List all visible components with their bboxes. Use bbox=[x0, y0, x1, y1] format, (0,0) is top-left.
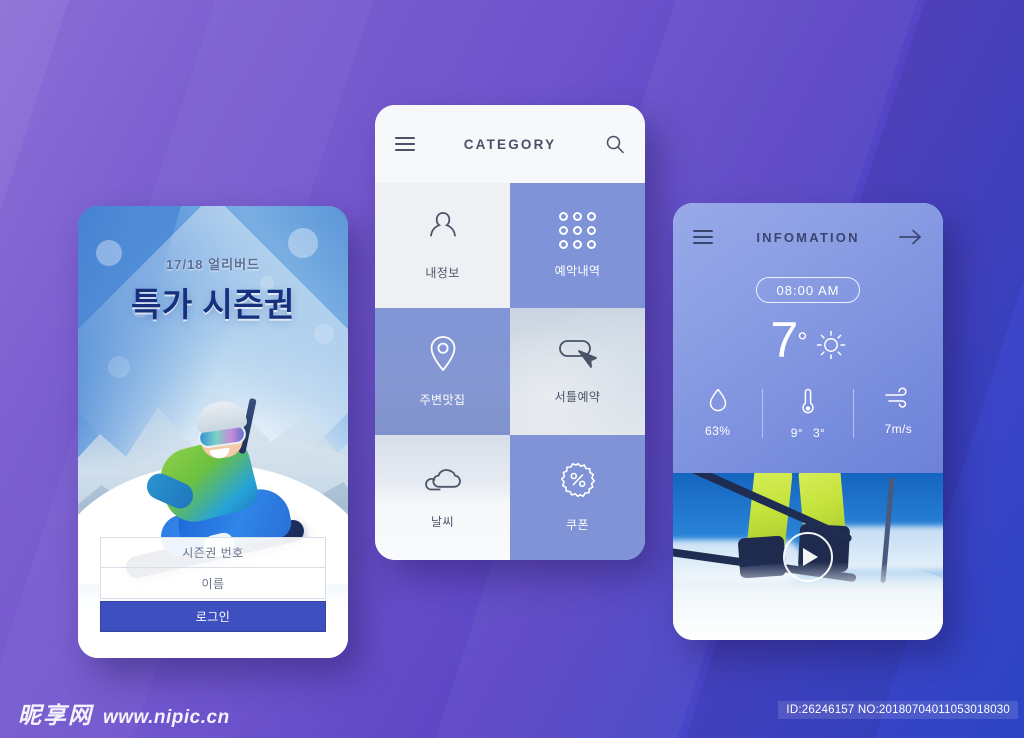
snowboarder-illustration bbox=[123, 372, 342, 581]
information-header: INFOMATION bbox=[673, 203, 943, 271]
humidity-value: 63% bbox=[705, 424, 731, 438]
percent-badge-icon bbox=[560, 462, 596, 503]
temp-low: 3° bbox=[812, 426, 826, 440]
image-id-tag: ID:26246157 NO:20180704011053018030 bbox=[778, 701, 1018, 719]
stat-temperature-range: 9° 3° bbox=[763, 387, 852, 440]
login-form: 시즌권 번호 이름 로그인 bbox=[100, 537, 326, 632]
grid-dots-icon bbox=[559, 212, 596, 249]
droplet-icon bbox=[673, 387, 762, 418]
thermometer-icon bbox=[763, 387, 852, 420]
time-badge: 08:00 AM bbox=[756, 277, 860, 303]
category-header: CATEGORY bbox=[375, 105, 645, 183]
map-pin-icon bbox=[428, 335, 458, 378]
information-phone: INFOMATION 08:00 AM 7° 63% 9° 3° 7m/s bbox=[673, 203, 943, 640]
stat-wind: 7m/s bbox=[854, 387, 943, 440]
tile-nearby-restaurants[interactable]: 주변맛집 bbox=[375, 308, 510, 435]
tile-label: 내정보 bbox=[425, 266, 460, 280]
tile-coupon[interactable]: 쿠폰 bbox=[510, 435, 645, 560]
play-icon[interactable] bbox=[783, 531, 833, 582]
tile-shuttle-booking[interactable]: 서틀예약 bbox=[510, 308, 645, 435]
bokeh-circle bbox=[314, 324, 334, 344]
temperature-value: 7° bbox=[770, 315, 807, 365]
tile-label: 예악내역 bbox=[554, 264, 601, 278]
promo-text-block: 17/18 얼리버드 특가 시즌권 bbox=[78, 254, 348, 326]
screenshot-stage: 17/18 얼리버드 특가 시즌권 시즌권 번호 이름 로그인 CATEGORY bbox=[0, 0, 1024, 738]
tile-weather[interactable]: 날씨 bbox=[375, 435, 510, 560]
cursor-click-icon bbox=[558, 338, 598, 375]
promo-title: 특가 시즌권 bbox=[131, 286, 295, 323]
tile-my-info[interactable]: 내정보 bbox=[375, 183, 510, 308]
watermark-url: www.nipic.cn bbox=[103, 707, 230, 728]
watermark: 昵享网 www.nipic.cn bbox=[18, 696, 230, 730]
login-button[interactable]: 로그인 bbox=[100, 601, 326, 632]
person-icon bbox=[426, 210, 460, 251]
temperature-row: 7° bbox=[673, 315, 943, 365]
category-grid: 내정보 예악내역 주변맛집 서틀예약 날씨 쿠폰 bbox=[375, 183, 645, 560]
weather-panel: INFOMATION 08:00 AM 7° 63% 9° 3° 7m/s bbox=[673, 203, 943, 473]
tile-label: 서틀예약 bbox=[554, 390, 601, 404]
tile-booking-history[interactable]: 예악내역 bbox=[510, 183, 645, 308]
temperature-range-value: 9° 3° bbox=[763, 426, 852, 440]
arrow-right-icon[interactable] bbox=[899, 228, 923, 246]
weather-stats: 63% 9° 3° 7m/s bbox=[673, 387, 943, 440]
name-input[interactable]: 이름 bbox=[100, 568, 326, 599]
degree-symbol: ° bbox=[797, 326, 808, 357]
video-thumbnail[interactable] bbox=[673, 473, 943, 640]
stat-humidity: 63% bbox=[673, 387, 762, 440]
tile-label: 날씨 bbox=[431, 515, 454, 529]
search-icon[interactable] bbox=[605, 134, 625, 154]
temp-high: 9° bbox=[790, 426, 803, 440]
hamburger-icon[interactable] bbox=[693, 230, 713, 244]
wind-icon bbox=[854, 387, 943, 416]
sun-icon bbox=[816, 330, 846, 365]
hamburger-icon[interactable] bbox=[395, 137, 415, 151]
promo-subtitle: 17/18 얼리버드 bbox=[166, 257, 260, 272]
temperature-number: 7 bbox=[770, 312, 798, 368]
tile-label: 주변맛집 bbox=[419, 393, 466, 407]
cloud-icon bbox=[422, 465, 464, 500]
category-phone: CATEGORY 내정보 예악내역 주변맛집 서틀예약 날씨 쿠폰 bbox=[375, 105, 645, 560]
wind-value: 7m/s bbox=[884, 422, 913, 436]
watermark-logo: 昵享网 bbox=[18, 703, 93, 729]
tile-label: 쿠폰 bbox=[566, 518, 589, 532]
season-pass-number-input[interactable]: 시즌권 번호 bbox=[100, 537, 326, 568]
promo-login-phone: 17/18 얼리버드 특가 시즌권 시즌권 번호 이름 로그인 bbox=[78, 206, 348, 658]
